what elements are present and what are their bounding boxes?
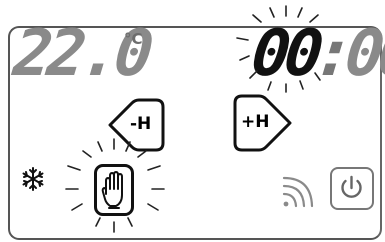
clock-hours[interactable]: 00 [248,17,321,91]
increase-hour-button[interactable]: +H [232,93,296,153]
thermostat-display: 22.0 °C 00:00 -H +H [0,0,385,242]
power-icon [341,175,362,198]
clock-readout[interactable]: 00:00 [248,17,385,91]
clock-minutes[interactable]: 00 [342,17,385,91]
decrease-hour-button[interactable]: -H [104,97,166,153]
power-button[interactable] [330,167,374,210]
manual-mode-button[interactable] [94,164,134,216]
hand-icon [101,171,123,209]
temperature-unit: °C [124,30,143,48]
snowflake-icon [22,167,44,191]
wifi-icon [282,176,314,208]
decrease-hour-label: -H [130,114,152,134]
increase-hour-label: +H [241,112,270,132]
